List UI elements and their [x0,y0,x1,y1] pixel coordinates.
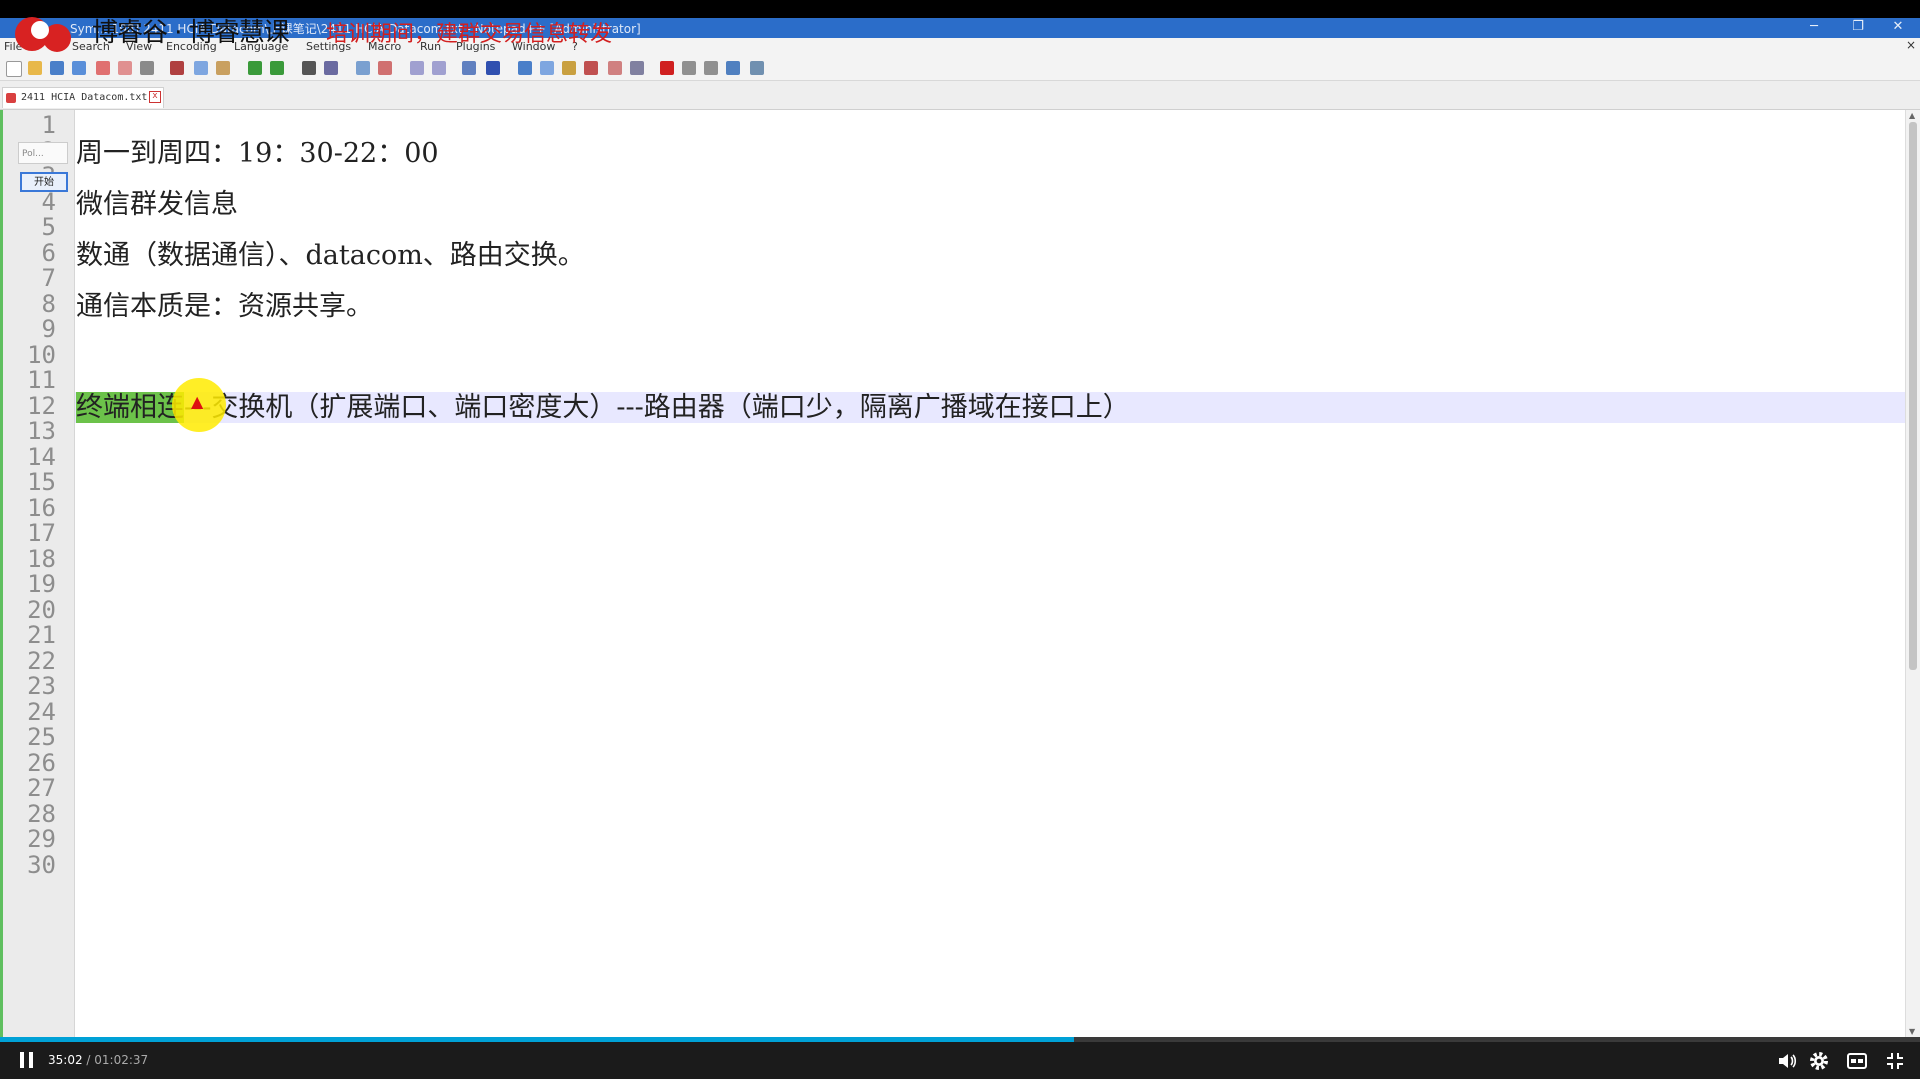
brand-text: 博睿谷 · 博睿慧课 [92,18,290,48]
cut-icon[interactable] [170,61,184,75]
overlay-caption: 培训期间，建群交易信息转发 [326,22,613,47]
play-macro-icon[interactable] [704,61,718,75]
user-language-icon[interactable] [540,61,554,75]
maximize-button[interactable]: ❐ [1838,18,1878,38]
scroll-down-icon[interactable]: ▼ [1909,1027,1915,1036]
time-display: 35:02 / 01:02:37 [48,1053,148,1067]
stop-macro-icon[interactable] [682,61,696,75]
indent-guide-icon[interactable] [518,61,532,75]
pause-icon[interactable] [20,1052,34,1068]
close-file-icon[interactable] [96,61,110,75]
tab-document[interactable]: 2411 HCIA Datacom.txt x [2,87,164,108]
monitoring-icon[interactable] [630,61,644,75]
tab-close-icon[interactable]: x [149,91,161,103]
vertical-scrollbar[interactable]: ▲ ▼ [1905,110,1920,1037]
file-modified-icon [6,93,16,103]
save-icon[interactable] [50,61,64,75]
minimize-button[interactable]: ─ [1794,18,1834,38]
code-line-8[interactable]: 通信本质是：资源共享。 [76,291,373,322]
record-macro-icon[interactable] [660,61,674,75]
editor-area[interactable]: 1234567891011121314151617181920212223242… [0,110,1920,1037]
scroll-up-icon[interactable]: ▲ [1909,111,1915,120]
code-line-2[interactable]: 周一到周四：19：30-22：00 [76,138,439,169]
save-all-icon[interactable] [72,61,86,75]
code-line-10-rest: ---交换机（扩展端口、端口密度大）---路由器（端口少，隔离广播域在接口上） [184,392,1130,423]
word-wrap-icon[interactable] [462,61,476,75]
video-controls: 35:02 / 01:02:37 [0,1042,1920,1079]
brand-logo-icon [15,17,71,52]
start-button[interactable]: 开始 [20,172,68,192]
folder-workspace-icon[interactable] [608,61,622,75]
save-macro-icon[interactable] [750,61,764,75]
settings-gear-icon[interactable] [1808,1050,1830,1072]
code-line-4[interactable]: 微信群发信息 [76,189,238,220]
tab-bar: 2411 HCIA Datacom.txt x [0,81,1920,110]
replace-icon[interactable] [324,61,338,75]
exit-fullscreen-icon[interactable] [1884,1050,1906,1072]
find-icon[interactable] [302,61,316,75]
close-document-x[interactable]: × [1906,38,1916,52]
time-separator: / [82,1053,95,1067]
open-file-icon[interactable] [28,61,42,75]
code-line-6[interactable]: 数通（数据通信）、datacom、路由交换。 [76,240,585,271]
recorder-field[interactable]: Pol... [18,142,68,164]
code-line-10[interactable]: 终端相连---交换机（扩展端口、端口密度大）---路由器（端口少，隔离广播域在接… [76,392,1130,423]
redo-icon[interactable] [270,61,284,75]
total-time: 01:02:37 [94,1053,149,1067]
new-file-icon[interactable] [6,61,22,77]
sync-scroll-vertical-icon[interactable] [410,61,424,75]
print-icon[interactable] [140,61,154,75]
selected-text: 终端相连 [76,392,184,423]
zoom-in-icon[interactable] [356,61,370,75]
subtitles-icon[interactable] [1846,1050,1868,1072]
scrollbar-thumb[interactable] [1909,122,1917,670]
current-time: 35:02 [48,1053,83,1067]
tab-label: 2411 HCIA Datacom.txt [21,92,148,103]
close-window-button[interactable]: ✕ [1878,18,1918,38]
copy-icon[interactable] [194,61,208,75]
sync-scroll-horizontal-icon[interactable] [432,61,446,75]
close-all-icon[interactable] [118,61,132,75]
paste-icon[interactable] [216,61,230,75]
function-list-icon[interactable] [584,61,598,75]
run-macro-multiple-icon[interactable] [726,61,740,75]
volume-icon[interactable] [1776,1050,1798,1072]
zoom-out-icon[interactable] [378,61,392,75]
toolbar [0,56,1920,81]
recorder-widget: Pol... 开始 [18,142,70,202]
doc-map-icon[interactable] [562,61,576,75]
undo-icon[interactable] [248,61,262,75]
show-all-chars-icon[interactable] [486,61,500,75]
line-number: 30 [27,850,56,879]
mouse-pointer-icon: ▲ [191,392,204,411]
